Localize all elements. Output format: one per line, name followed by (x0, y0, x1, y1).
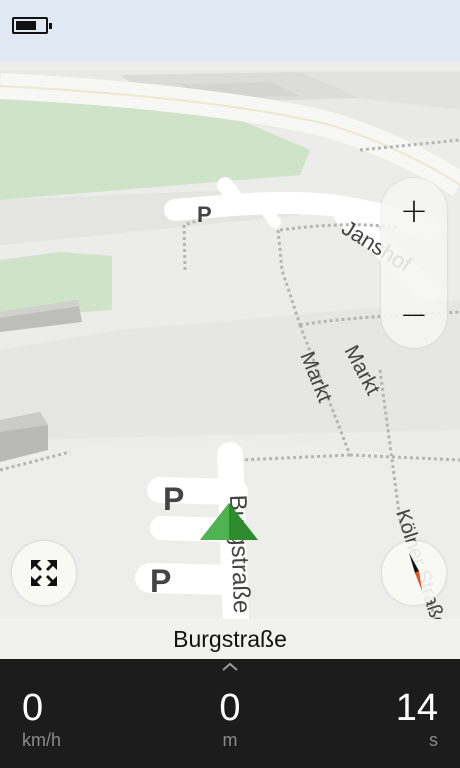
time-unit: s (429, 730, 438, 750)
plus-icon: + (399, 191, 429, 231)
current-street-bar: Burgstraße (0, 619, 460, 659)
parking-label: P (150, 563, 171, 599)
parking-label: P (163, 481, 184, 517)
speed-unit: km/h (22, 730, 62, 750)
compass-button[interactable] (382, 541, 446, 605)
distance-stat: 0 m (180, 687, 280, 751)
time-value: 14 (395, 687, 438, 729)
zoom-control: + − (381, 178, 447, 348)
speed-stat: 0 km/h (22, 687, 61, 751)
zoom-out-button[interactable]: − (381, 282, 447, 348)
minus-icon: − (399, 295, 429, 335)
zoom-in-button[interactable]: + (381, 178, 447, 244)
current-street-name: Burgstraße (173, 626, 287, 652)
time-stat: 14 s (396, 687, 438, 751)
status-bar (0, 0, 460, 62)
chevron-up-icon[interactable] (220, 662, 240, 672)
distance-value: 0 (219, 687, 241, 729)
battery-icon (12, 17, 52, 34)
compass-icon (409, 553, 422, 591)
parking-label: P (197, 202, 212, 227)
expand-arrows-icon (31, 560, 57, 586)
navigation-stats-panel[interactable]: 0 km/h 0 m 14 s (0, 659, 460, 768)
expand-button[interactable] (12, 541, 76, 605)
distance-unit: m (222, 730, 238, 750)
speed-value: 0 (22, 687, 44, 729)
